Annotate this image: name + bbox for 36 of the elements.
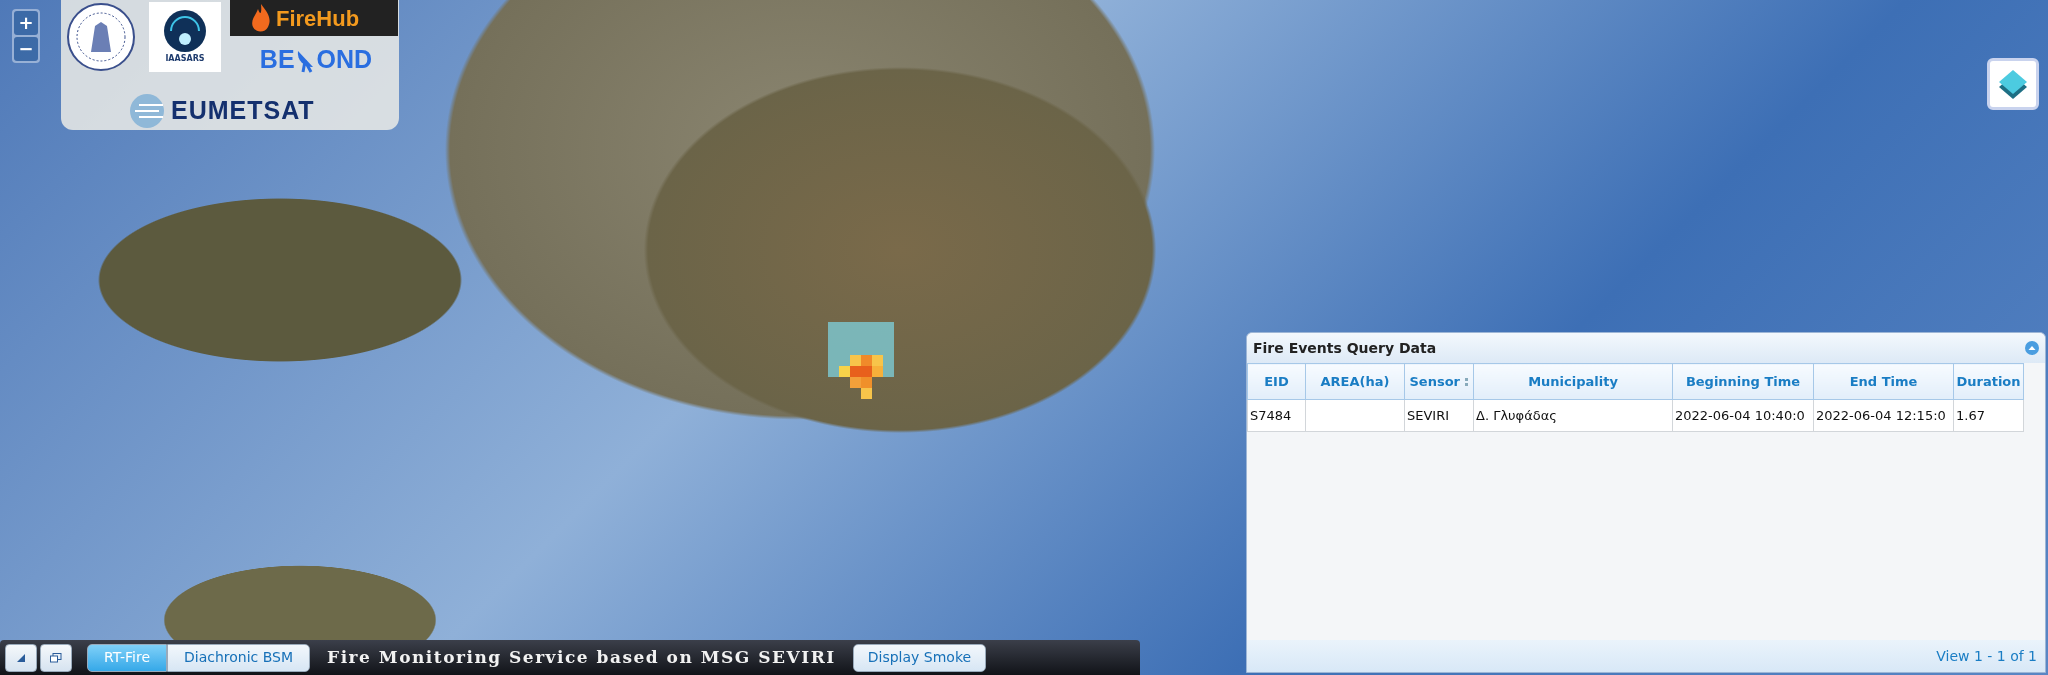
panel-title: Fire Events Query Data xyxy=(1253,338,1437,358)
pager-text: View 1 - 1 of 1 xyxy=(1936,646,2037,666)
column-header[interactable]: Sensor xyxy=(1404,363,1474,400)
windows-icon xyxy=(50,652,62,663)
column-header[interactable]: End Time xyxy=(1813,363,1954,400)
zoom-in-button[interactable]: + xyxy=(14,11,38,35)
service-title: Fire Monitoring Service based on MSG SEVIRI xyxy=(327,645,836,669)
select-tool-button[interactable] xyxy=(5,643,37,672)
table-cell: S7484 xyxy=(1247,399,1306,432)
layers-button[interactable] xyxy=(1987,58,2039,110)
logo-text: OND xyxy=(316,44,373,76)
column-header[interactable]: AREA(ha) xyxy=(1305,363,1405,400)
logo-text: FireHub xyxy=(276,4,360,33)
seal-logo-icon xyxy=(65,2,137,72)
display-smoke-button[interactable]: Display Smoke xyxy=(852,643,987,672)
flame-icon xyxy=(250,3,272,33)
logo-text: EUMETSAT xyxy=(171,95,315,126)
logo-text: BE xyxy=(259,44,295,76)
table-cell: 2022-06-04 12:15:0 xyxy=(1813,399,1954,432)
window-button[interactable] xyxy=(40,643,72,672)
observatory-logo-icon xyxy=(163,9,207,53)
column-header[interactable]: Duration xyxy=(1953,363,2024,400)
globe-icon xyxy=(129,92,165,129)
table-cell: 2022-06-04 10:40:0 xyxy=(1672,399,1814,432)
collapse-icon[interactable] xyxy=(2025,341,2039,355)
table-cell: 1.67 xyxy=(1953,399,2024,432)
mode-tab[interactable]: Diachronic BSM xyxy=(167,643,311,672)
table-cell: SEVIRI xyxy=(1404,399,1474,432)
table-cell: Δ. Γλυφάδας xyxy=(1473,399,1673,432)
arrow-icon xyxy=(16,652,26,663)
column-header[interactable]: Municipality xyxy=(1473,363,1673,400)
zoom-out-button[interactable]: − xyxy=(14,37,38,61)
mode-tab[interactable]: RT-Fire xyxy=(87,643,167,672)
column-header[interactable]: Beginning Time xyxy=(1672,363,1814,400)
column-header[interactable]: EID xyxy=(1247,363,1306,400)
logo-text: IAASARS xyxy=(165,53,205,65)
